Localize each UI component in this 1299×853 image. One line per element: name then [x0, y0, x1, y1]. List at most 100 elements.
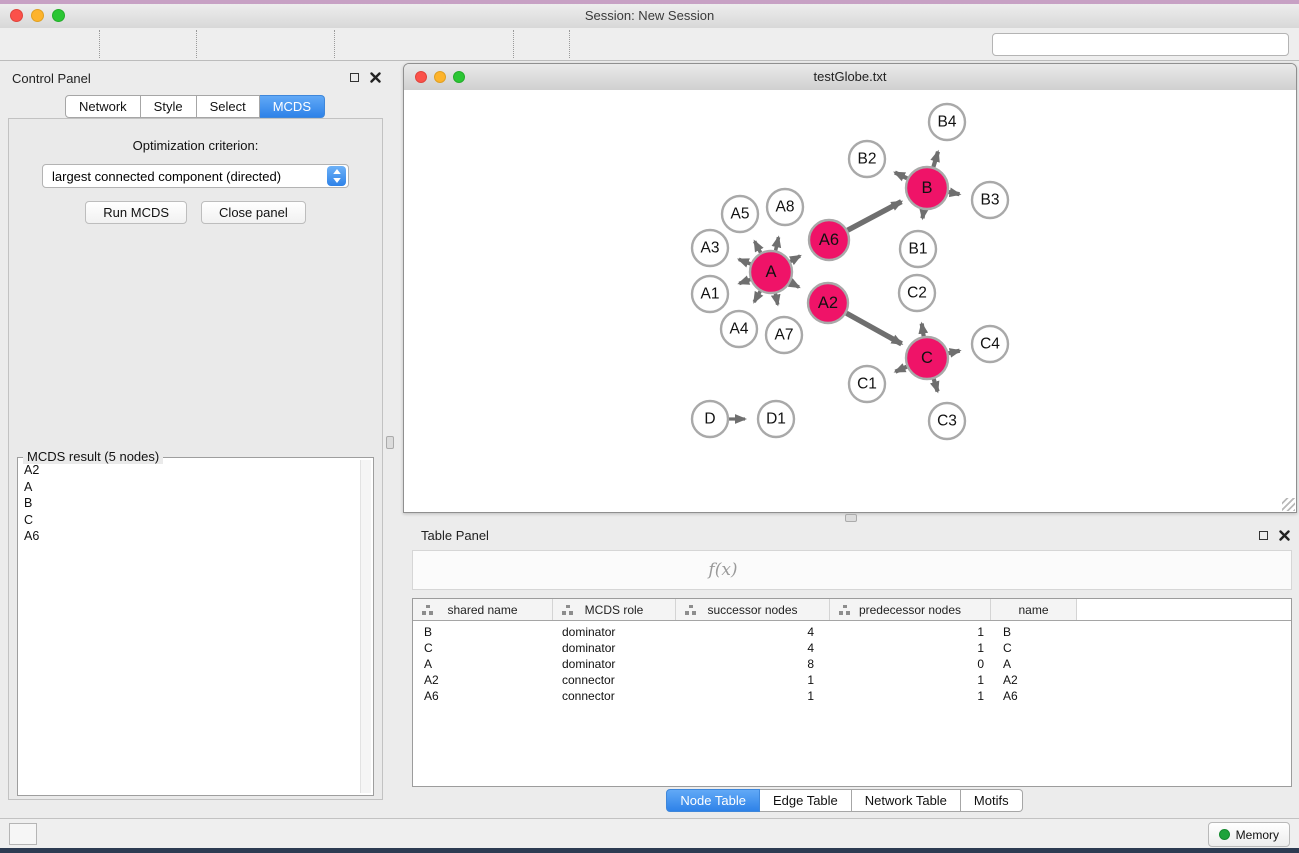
mcds-result-list[interactable]: A2ABCA6	[20, 462, 360, 793]
zoom-in-button[interactable]	[342, 29, 383, 59]
close-panel-icon[interactable]	[1279, 530, 1290, 541]
result-item[interactable]: A6	[20, 528, 360, 545]
tab-motifs[interactable]: Motifs	[961, 789, 1023, 812]
clone-network-button[interactable]	[577, 29, 618, 59]
node-C2[interactable]: C2	[899, 275, 935, 311]
edge-C-C4[interactable]	[949, 351, 960, 354]
node-C1[interactable]: C1	[849, 366, 885, 402]
table-row[interactable]: A2connector11A2	[413, 672, 1291, 688]
window-resize-grip[interactable]	[1282, 498, 1295, 511]
node-A5[interactable]: A5	[722, 196, 758, 232]
edge-A-A4[interactable]	[754, 291, 760, 302]
result-item[interactable]: C	[20, 512, 360, 529]
table-row[interactable]: Adominator80A	[413, 656, 1291, 672]
float-panel-icon[interactable]	[350, 73, 359, 82]
edge-A-A3[interactable]	[739, 259, 751, 264]
export-image-button[interactable]	[286, 29, 327, 59]
node-D[interactable]: D	[692, 401, 728, 437]
tab-mcds[interactable]: MCDS	[260, 95, 325, 118]
show-panels-list-button[interactable]	[9, 823, 37, 845]
node-A8[interactable]: A8	[767, 189, 803, 225]
edge-A6-B[interactable]	[848, 202, 902, 231]
edge-A-A6[interactable]	[790, 256, 800, 262]
node-D1[interactable]: D1	[758, 401, 794, 437]
edge-A-A5[interactable]	[755, 241, 761, 252]
edge-C-C3[interactable]	[934, 379, 938, 392]
tab-select[interactable]: Select	[197, 95, 260, 118]
show-graphics-details-button[interactable]	[700, 29, 741, 59]
network-canvas[interactable]: A A1 A2 A3 A4 A5 A6 A7 A8 B B1 B2 B3 B4 C C1 C2 C3 C4 D D1	[404, 90, 1296, 512]
edge-A2-C[interactable]	[846, 313, 901, 344]
edge-A-A8[interactable]	[776, 237, 779, 250]
run-mcds-button[interactable]: Run MCDS	[85, 201, 187, 224]
memory-button[interactable]: Memory	[1208, 822, 1290, 847]
node-B1[interactable]: B1	[900, 231, 936, 267]
node-B4[interactable]: B4	[929, 104, 965, 140]
network-window-titlebar[interactable]: testGlobe.txt	[404, 64, 1296, 91]
column-header-shared-name[interactable]: shared name	[413, 599, 553, 620]
export-network-button[interactable]	[204, 29, 245, 59]
zoom-selected-button[interactable]	[465, 29, 506, 59]
node-A7[interactable]: A7	[766, 317, 802, 353]
column-header-MCDS-role[interactable]: MCDS role	[553, 599, 676, 620]
edge-A-A7[interactable]	[775, 294, 777, 305]
node-A4[interactable]: A4	[721, 311, 757, 347]
show-columns-button[interactable]	[463, 553, 503, 587]
edge-C-C1[interactable]	[895, 367, 906, 372]
export-table-button[interactable]	[245, 29, 286, 59]
optimization-criterion-select[interactable]: largest connected component (directed)	[42, 164, 349, 188]
node-A6[interactable]: A6	[809, 220, 849, 260]
column-header-successor-nodes[interactable]: successor nodes	[676, 599, 830, 620]
node-C4[interactable]: C4	[972, 326, 1008, 362]
result-item[interactable]: A	[20, 479, 360, 496]
select-all-columns-button[interactable]	[503, 553, 543, 587]
edge-B-B2[interactable]	[895, 173, 907, 179]
table-row[interactable]: A6connector11A6	[413, 688, 1291, 704]
save-session-button[interactable]	[51, 29, 92, 59]
node-A1[interactable]: A1	[692, 276, 728, 312]
open-file-button[interactable]	[10, 29, 51, 59]
zoom-out-button[interactable]	[383, 29, 424, 59]
result-item[interactable]: A2	[20, 462, 360, 479]
first-neighbors-button[interactable]	[618, 29, 659, 59]
column-header-predecessor-nodes[interactable]: predecessor nodes	[830, 599, 991, 620]
tab-node-table[interactable]: Node Table	[666, 789, 760, 812]
import-network-button[interactable]	[107, 29, 148, 59]
node-B[interactable]: B	[906, 167, 948, 209]
delete-column-button[interactable]	[623, 553, 663, 587]
node-A[interactable]: A	[750, 251, 792, 293]
table-row[interactable]: Bdominator41B	[413, 624, 1291, 640]
table-row[interactable]: Cdominator41C	[413, 640, 1291, 656]
table-options-button[interactable]	[423, 553, 463, 587]
zoom-fit-button[interactable]	[424, 29, 465, 59]
column-header-name[interactable]: name	[991, 599, 1077, 620]
tab-edge-table[interactable]: Edge Table	[760, 789, 852, 812]
search-input[interactable]	[1018, 36, 1177, 52]
tab-network[interactable]: Network	[65, 95, 141, 118]
refresh-view-button[interactable]	[521, 29, 562, 59]
node-A3[interactable]: A3	[692, 230, 728, 266]
node-C3[interactable]: C3	[929, 403, 965, 439]
edge-B-B1[interactable]	[923, 210, 924, 219]
result-item[interactable]: B	[20, 495, 360, 512]
float-panel-icon[interactable]	[1259, 531, 1268, 540]
close-panel-button[interactable]: Close panel	[201, 201, 306, 224]
import-table-button[interactable]	[148, 29, 189, 59]
tab-style[interactable]: Style	[141, 95, 197, 118]
node-B3[interactable]: B3	[972, 182, 1008, 218]
edge-A-A1[interactable]	[739, 280, 750, 284]
edge-C-C2[interactable]	[922, 324, 924, 337]
deselect-all-columns-button[interactable]	[543, 553, 583, 587]
node-B2[interactable]: B2	[849, 141, 885, 177]
add-column-button[interactable]	[583, 553, 623, 587]
close-panel-icon[interactable]	[370, 72, 381, 83]
edge-A-A2[interactable]	[790, 283, 799, 288]
result-scrollbar[interactable]	[360, 460, 371, 793]
global-search-field[interactable]	[992, 33, 1289, 56]
vertical-splitter-handle[interactable]	[386, 436, 394, 449]
edge-B-B3[interactable]	[949, 192, 960, 194]
hide-graphics-details-button[interactable]	[659, 29, 700, 59]
tab-network-table[interactable]: Network Table	[852, 789, 961, 812]
node-C[interactable]: C	[906, 337, 948, 379]
node-A2[interactable]: A2	[808, 283, 848, 323]
